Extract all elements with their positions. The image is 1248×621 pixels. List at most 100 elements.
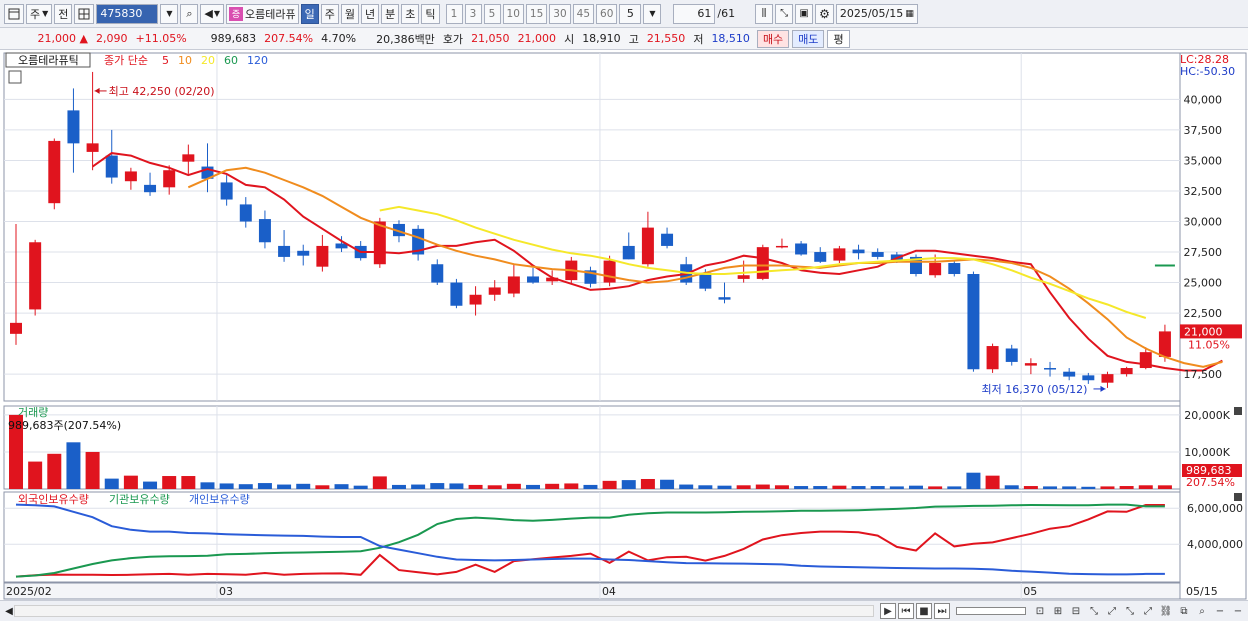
volume-bar <box>889 486 904 489</box>
trend-tool-4[interactable]: ⤢ <box>1140 603 1156 619</box>
volume-ratio: 207.54% <box>264 32 314 45</box>
chevron-down-icon: ▼ <box>649 9 656 18</box>
window-icon[interactable] <box>4 3 24 24</box>
stock-code-input[interactable]: 475830 <box>96 3 159 24</box>
volume-bar <box>755 484 770 489</box>
layout-button-3[interactable]: ⊟ <box>1068 603 1084 619</box>
holding-legend-1: 기관보유수량 <box>109 493 170 506</box>
period-button-6[interactable]: 틱 <box>421 3 440 24</box>
rewind-button[interactable]: ⏮ <box>898 603 914 619</box>
chart-area[interactable]: 40,000 37,500 35,000 32,500 30,000 27,500 25,0… <box>0 50 1248 600</box>
layout-button-1[interactable]: ⊡ <box>1032 603 1048 619</box>
stop-button[interactable]: ■ <box>916 603 932 619</box>
interval-button-30[interactable]: 30 <box>549 3 571 24</box>
fast-forward-button[interactable]: ⏭ <box>934 603 950 619</box>
candle-body <box>163 170 176 188</box>
save-button[interactable]: ▣ <box>795 3 814 24</box>
hc-label: HC:-50.30 <box>1180 65 1235 78</box>
interval-value-field[interactable]: 5 <box>619 3 642 24</box>
settings-button[interactable]: ⚙ <box>815 3 834 24</box>
trend-tool-1[interactable]: ⤡ <box>1086 603 1102 619</box>
draw-line-icon[interactable]: ⤡ <box>775 3 794 24</box>
interval-button-15[interactable]: 15 <box>525 3 548 24</box>
speaker-button[interactable]: ◀ ▼ <box>200 3 225 24</box>
stock-code-value: 475830 <box>100 7 143 20</box>
layout-button-2[interactable]: ⊞ <box>1050 603 1066 619</box>
candle-body <box>316 245 329 267</box>
page-current: 61 <box>697 7 712 20</box>
volume-bar <box>1004 485 1019 489</box>
grid-icon[interactable] <box>74 3 95 24</box>
candle-body <box>144 184 157 193</box>
period-type-label: 주 <box>30 7 41 21</box>
dash-button[interactable]: − <box>1230 603 1246 619</box>
volume-bar <box>564 483 579 489</box>
zoom-search-button[interactable]: ⌕ <box>1194 603 1210 619</box>
period-type-select[interactable]: 주 ▼ <box>26 3 53 24</box>
period-button-1[interactable]: 주 <box>320 3 339 24</box>
calculator-icon <box>8 70 22 84</box>
trend-icon: ⤡ <box>1090 605 1098 617</box>
page-counter[interactable]: 61 <box>673 3 716 24</box>
play-button[interactable]: ▶ <box>880 603 896 619</box>
zoom-slider[interactable] <box>956 607 1026 615</box>
volume-bar <box>1023 486 1038 489</box>
candle-body <box>622 245 635 260</box>
price-y-tick: 25,000 <box>1184 277 1223 290</box>
trend-tool-3[interactable]: ⤡ <box>1122 603 1138 619</box>
date-field[interactable]: 2025/05/15 ▦ <box>835 3 918 24</box>
x-axis-label: 04 <box>602 585 616 598</box>
zoom-out-button[interactable]: − <box>1212 603 1228 619</box>
candle-body <box>1044 368 1057 370</box>
search-button[interactable]: ⌕ <box>180 3 199 24</box>
interval-button-3[interactable]: 3 <box>464 3 482 24</box>
interval-dropdown-button[interactable]: ▼ <box>643 3 662 24</box>
candle-body <box>1158 331 1171 357</box>
x-axis-label: 03 <box>219 585 233 598</box>
interval-button-60[interactable]: 60 <box>596 3 618 24</box>
link-tool[interactable]: ⛓ <box>1158 603 1174 619</box>
prev-button[interactable]: 전 <box>54 3 73 24</box>
trend-tool-2[interactable]: ⤢ <box>1104 603 1120 619</box>
candle-type-icon[interactable]: ⫼ <box>755 3 774 24</box>
x-axis-end-label: 05/15 <box>1186 585 1218 598</box>
candle-body <box>814 252 827 262</box>
stock-name-field[interactable]: 증 오름테라퓨 <box>226 3 299 24</box>
volume-bar <box>219 483 234 489</box>
scroll-track[interactable] <box>14 605 874 617</box>
layout-icon: ⊞ <box>1053 605 1063 617</box>
trade-volume: 989,683 <box>210 32 257 45</box>
interval-button-5[interactable]: 5 <box>483 3 501 24</box>
fast-forward-icon: ⏭ <box>937 605 947 617</box>
volume-bar <box>966 472 981 489</box>
buy-button[interactable]: 매수 <box>756 29 790 48</box>
sell-button[interactable]: 매도 <box>792 29 825 48</box>
period-button-5[interactable]: 초 <box>401 3 420 24</box>
period-button-4[interactable]: 분 <box>381 3 400 24</box>
date-value: 2025/05/15 <box>839 7 904 20</box>
legend-period-10: 10 <box>178 54 192 67</box>
chevron-down-icon: ▼ <box>42 9 49 18</box>
average-button[interactable]: 평 <box>827 29 850 48</box>
period-button-2[interactable]: 월 <box>340 3 360 24</box>
period-button-0[interactable]: 일 <box>300 3 319 24</box>
interval-button-10[interactable]: 10 <box>502 3 524 24</box>
code-dropdown-button[interactable]: ▼ <box>160 3 179 24</box>
copy-tool[interactable]: ⧉ <box>1176 603 1192 619</box>
candle-body <box>278 245 291 257</box>
low-annotation: 최저 16,370 (05/12) <box>981 383 1087 396</box>
interval-button-45[interactable]: 45 <box>572 3 595 24</box>
x-axis-label: 05 <box>1023 585 1037 598</box>
volume-pane <box>3 405 1181 490</box>
volume-bar <box>1119 486 1134 489</box>
high-annotation: 최고 42,250 (02/20) <box>109 85 215 98</box>
volume-bar <box>181 476 196 489</box>
chevron-down-icon: ▼ <box>213 9 221 18</box>
bottom-tools: ▶ ⏮ ■ ⏭ ⊡ ⊞ ⊟ ⤡ ⤢ ⤡ ⤢ ⛓ ⧉ ⌕ − − + A <box>880 603 1248 619</box>
volume-bar <box>851 486 866 489</box>
last-pct-label: 11.05% <box>1188 338 1230 351</box>
volume-bar <box>238 484 253 489</box>
interval-button-1[interactable]: 1 <box>445 3 463 24</box>
period-button-3[interactable]: 년 <box>361 3 380 24</box>
volume-bar <box>774 485 789 489</box>
